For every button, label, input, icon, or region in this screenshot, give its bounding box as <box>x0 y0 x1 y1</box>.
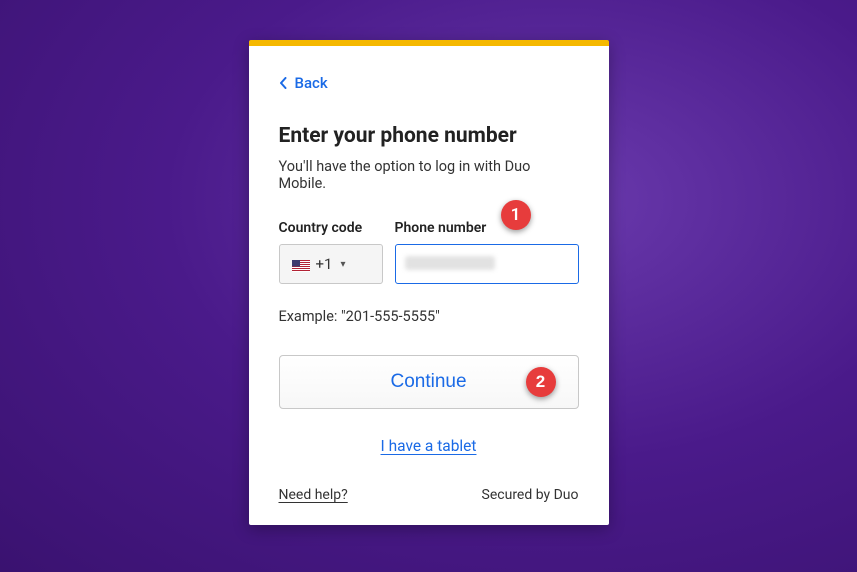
continue-button[interactable]: Continue 2 <box>279 355 579 409</box>
country-code-label: Country code <box>279 220 383 236</box>
continue-label: Continue <box>390 371 466 392</box>
tablet-link[interactable]: I have a tablet <box>279 437 579 455</box>
callout-badge-1: 1 <box>501 200 531 230</box>
caret-down-icon: ▾ <box>340 259 345 270</box>
footer-row: Need help? Secured by Duo <box>279 487 579 503</box>
page-title: Enter your phone number <box>279 124 579 148</box>
country-code-group: Country code +1 ▾ <box>279 220 383 284</box>
enrollment-card: Back Enter your phone number You'll have… <box>249 40 609 525</box>
country-code-select[interactable]: +1 ▾ <box>279 244 383 284</box>
phone-blur-redaction <box>405 256 495 270</box>
help-link[interactable]: Need help? <box>279 487 348 503</box>
page-subtitle: You'll have the option to log in with Du… <box>279 158 579 192</box>
phone-number-group: 1 Phone number <box>395 220 579 284</box>
back-link[interactable]: Back <box>279 74 328 92</box>
chevron-left-icon <box>279 77 287 89</box>
back-label: Back <box>295 74 328 92</box>
example-text: Example: "201-555-5555" <box>279 308 579 325</box>
country-code-value: +1 <box>316 255 333 273</box>
secured-by-text: Secured by Duo <box>482 487 579 503</box>
phone-number-label: Phone number <box>395 220 579 236</box>
callout-badge-2: 2 <box>526 367 556 397</box>
fields-row: Country code +1 ▾ <box>279 220 579 284</box>
us-flag-icon <box>292 258 310 270</box>
